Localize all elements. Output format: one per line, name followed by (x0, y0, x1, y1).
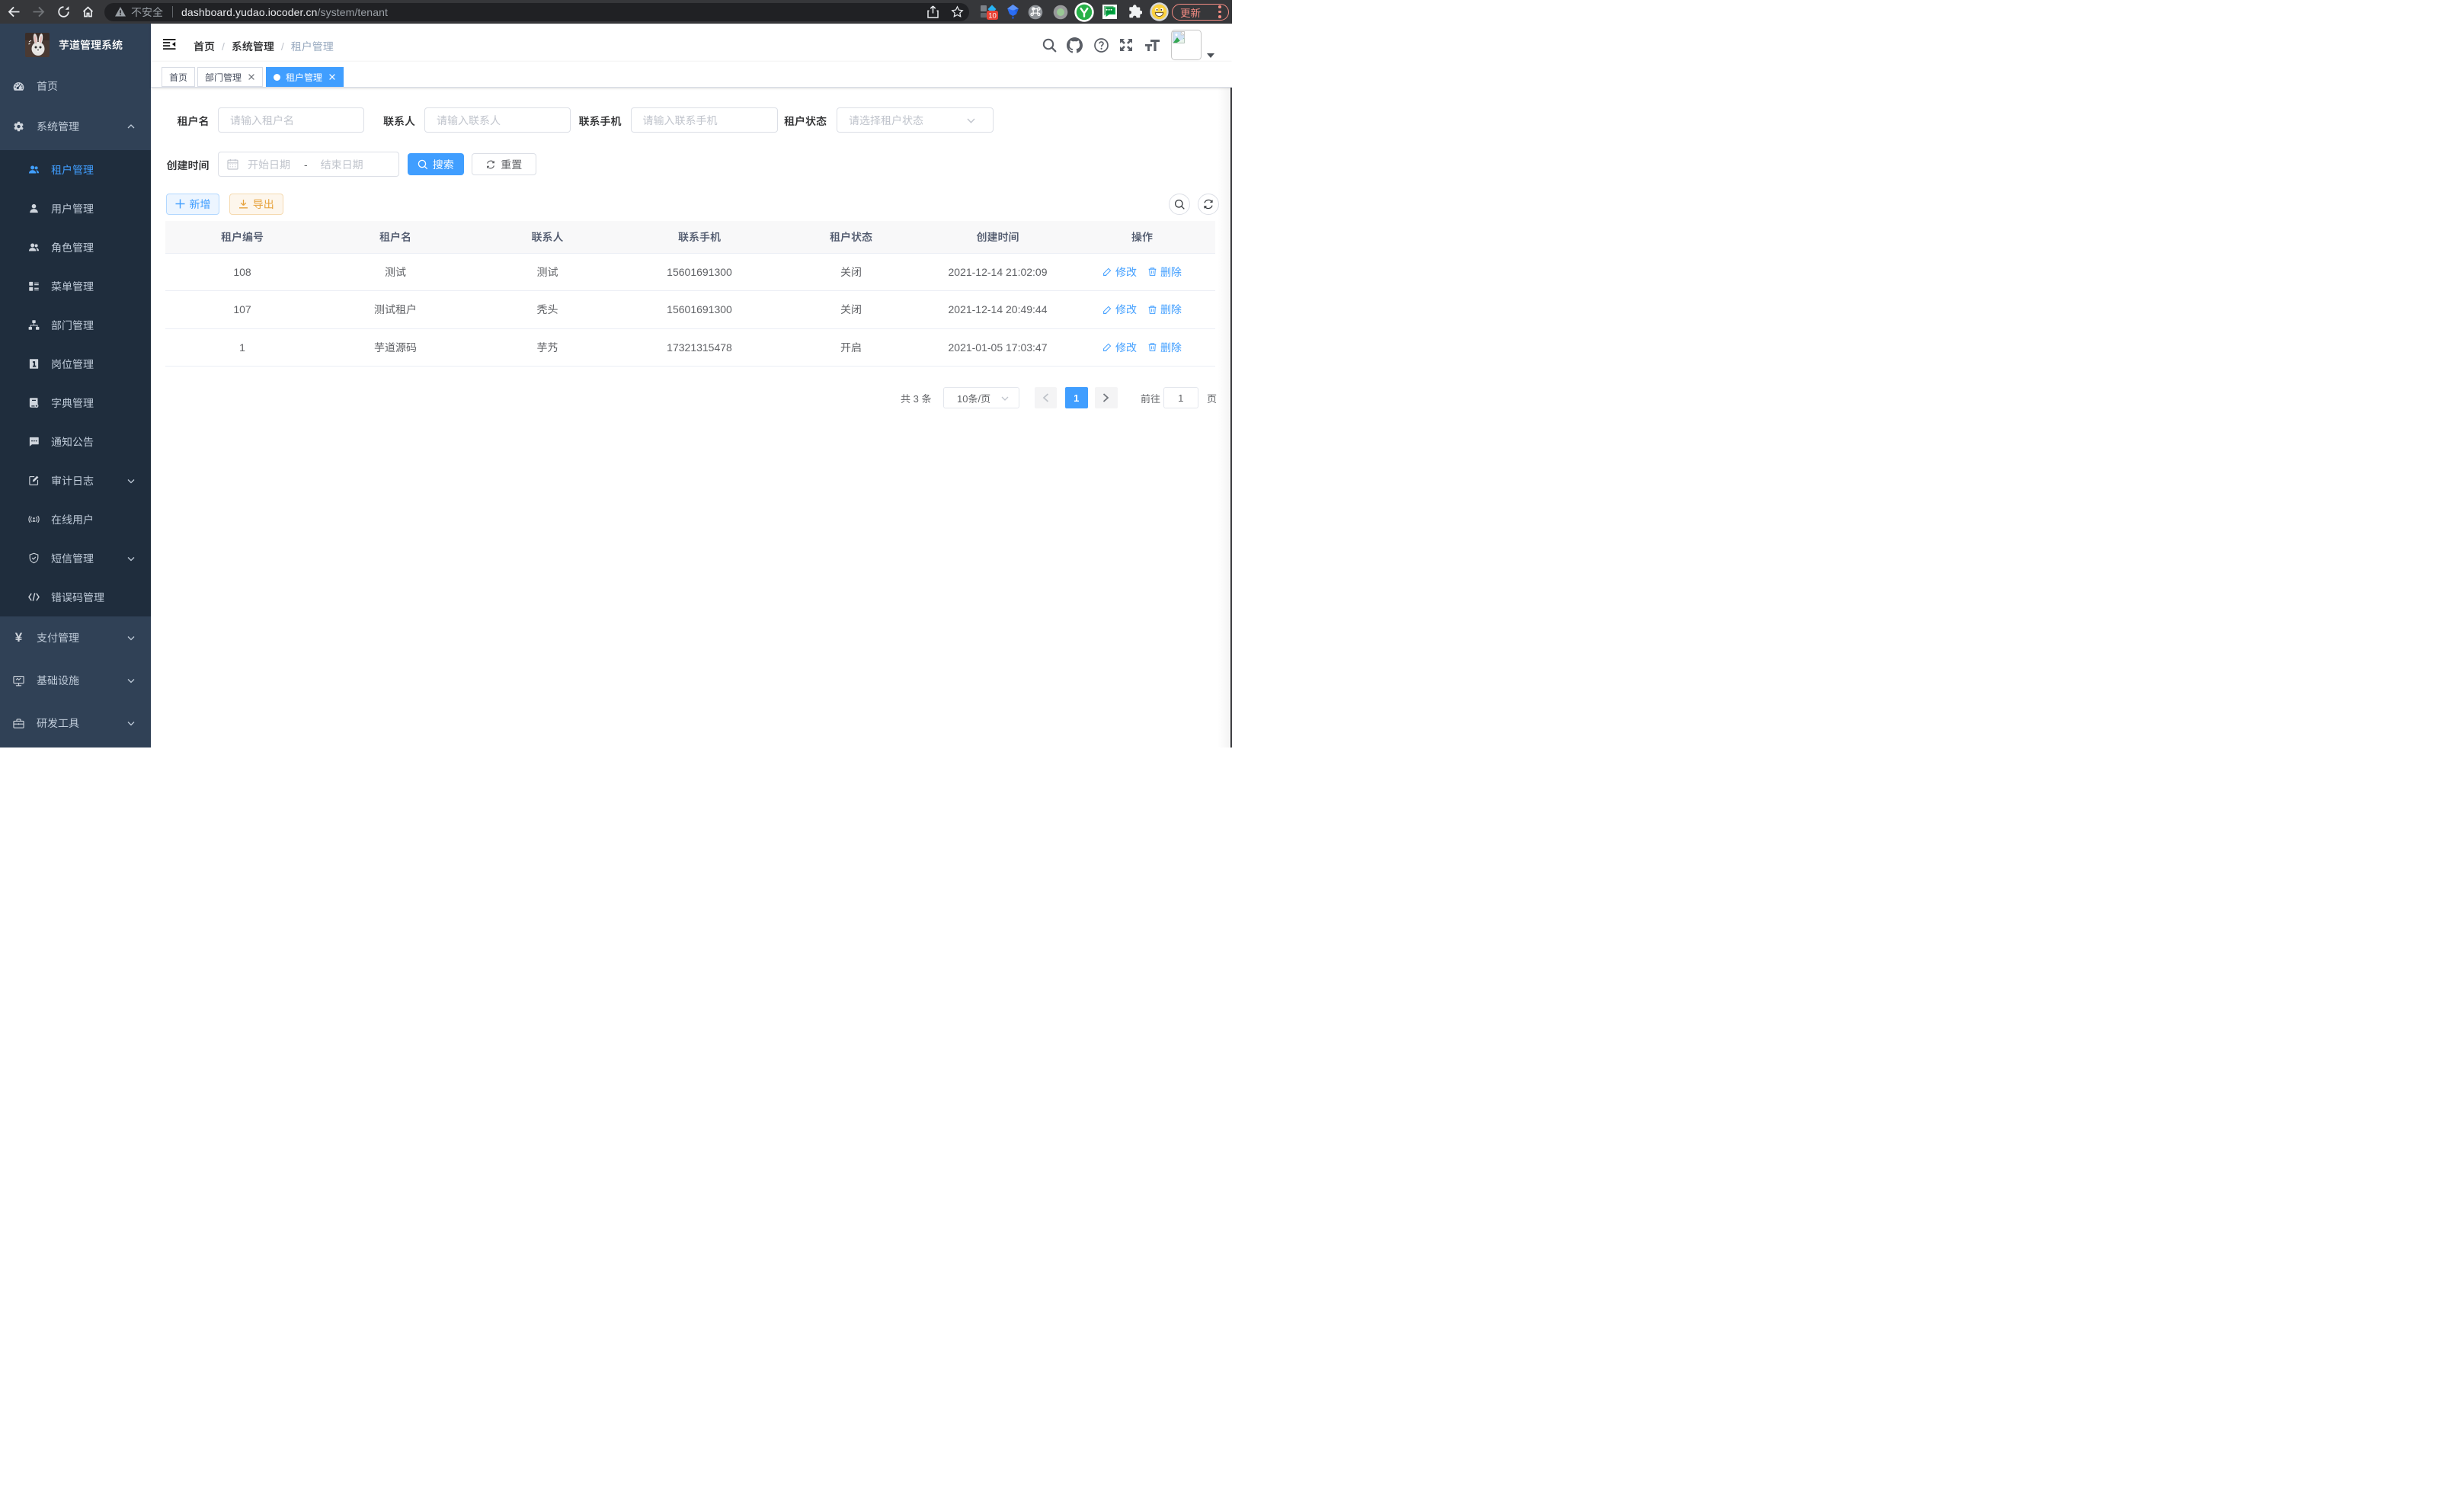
svg-text:10: 10 (988, 11, 997, 20)
